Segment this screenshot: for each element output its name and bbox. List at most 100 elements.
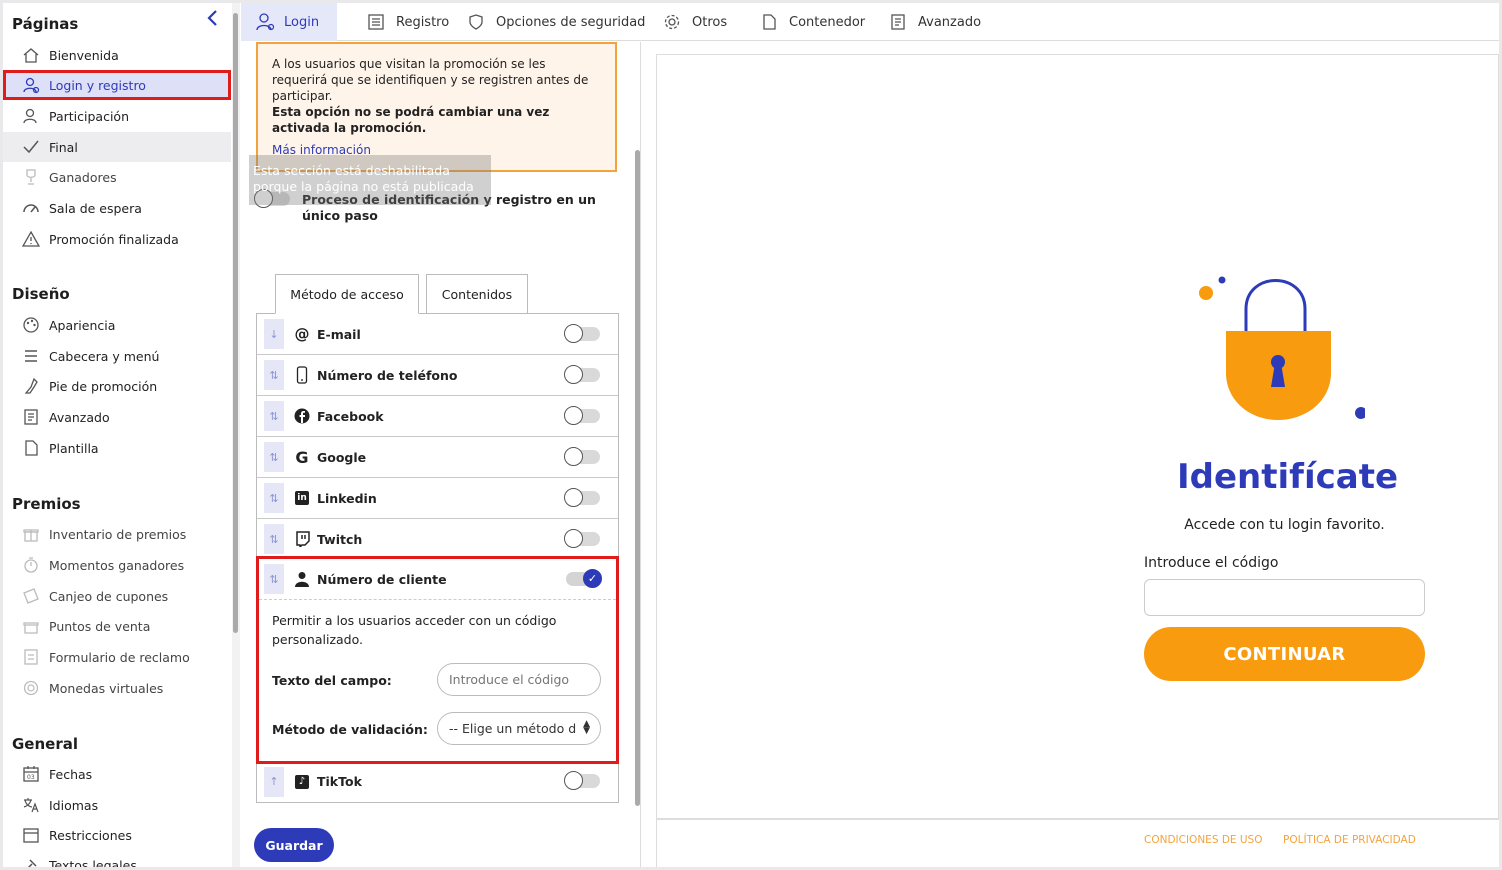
sidebar-item-label: Bienvenida bbox=[49, 47, 119, 63]
drag-handle-icon[interactable]: ⇅ bbox=[264, 524, 284, 554]
sidebar-item-fechas[interactable]: 03 Fechas bbox=[3, 759, 231, 789]
sidebar-item-avanzado[interactable]: Avanzado bbox=[3, 402, 231, 432]
tab-label: Otros bbox=[692, 14, 728, 30]
method-label: Número de teléfono bbox=[317, 367, 458, 383]
tab-otros[interactable]: Otros bbox=[649, 3, 741, 41]
tab-label: Avanzado bbox=[918, 14, 982, 30]
notice-text: A los usuarios que visitan la promoción … bbox=[272, 57, 589, 103]
panel-scrollbar[interactable] bbox=[634, 42, 641, 819]
sidebar-item-label: Puntos de venta bbox=[49, 618, 151, 634]
sidebar-item-plantilla[interactable]: Plantilla bbox=[3, 433, 231, 463]
method-label: Facebook bbox=[317, 408, 384, 424]
privacy-link[interactable]: POLÍTICA DE PRIVACIDAD bbox=[1283, 834, 1416, 846]
drag-handle-icon[interactable]: ⇅ bbox=[264, 360, 284, 390]
drag-handle-icon[interactable]: ↑ bbox=[264, 766, 284, 797]
twitch-toggle[interactable] bbox=[564, 529, 600, 548]
sidebar-item-label: Restricciones bbox=[49, 827, 132, 843]
user-lock-icon bbox=[21, 75, 41, 95]
method-row-linkedin: ⇅ in Linkedin bbox=[257, 478, 618, 519]
top-tab-bar: Login Registro Opciones de seguridad Otr… bbox=[241, 3, 1499, 41]
drag-handle-icon[interactable]: ⇅ bbox=[264, 401, 284, 431]
calendar-block-icon bbox=[21, 825, 41, 845]
facebook-icon bbox=[292, 406, 312, 426]
store-icon bbox=[21, 616, 41, 636]
validation-method-select[interactable]: -- Elige un método d ▲ ▼ bbox=[437, 712, 601, 745]
tiktok-toggle[interactable] bbox=[564, 771, 600, 790]
sidebar-item-cabecera-menu[interactable]: Cabecera y menú bbox=[3, 341, 231, 371]
continue-button[interactable]: CONTINUAR bbox=[1144, 627, 1425, 681]
tab-login[interactable]: Login bbox=[241, 3, 337, 41]
drag-handle-icon[interactable]: ⇅ bbox=[264, 442, 284, 472]
sidebar-item-idiomas[interactable]: Idiomas bbox=[3, 790, 231, 820]
tooltip-line: Esta sección está deshabilitada bbox=[253, 163, 450, 178]
method-label: Número de cliente bbox=[317, 571, 447, 587]
padlock-illustration bbox=[1195, 275, 1367, 429]
sidebar-item-restricciones[interactable]: Restricciones bbox=[3, 820, 231, 850]
sidebar-item-inventario-premios: Inventario de premios bbox=[3, 519, 231, 549]
select-value: -- Elige un método d bbox=[449, 721, 577, 736]
tab-avanzado[interactable]: Avanzado bbox=[875, 3, 995, 41]
drag-handle-icon[interactable]: ⇅ bbox=[264, 564, 284, 594]
tiktok-icon: ♪ bbox=[292, 772, 312, 792]
sidebar-item-textos-legales[interactable]: Textos legales bbox=[3, 850, 231, 867]
client-number-toggle[interactable]: ✓ bbox=[566, 569, 602, 588]
gavel-icon bbox=[21, 855, 41, 867]
check-icon bbox=[21, 137, 41, 157]
at-icon: @ bbox=[294, 325, 310, 343]
save-button[interactable]: Guardar bbox=[254, 828, 334, 862]
facebook-toggle[interactable] bbox=[564, 406, 600, 425]
linkedin-toggle[interactable] bbox=[564, 488, 600, 507]
sidebar-item-participacion[interactable]: Participación bbox=[3, 101, 231, 131]
sidebar-item-bienvenida[interactable]: Bienvenida bbox=[3, 40, 231, 70]
sidebar-item-formulario-reclamo: Formulario de reclamo bbox=[3, 642, 231, 672]
sidebar-item-final[interactable]: Final bbox=[3, 132, 231, 162]
field-text-input[interactable] bbox=[437, 663, 601, 696]
sidebar-scrollbar[interactable] bbox=[232, 3, 240, 867]
tab-registro[interactable]: Registro bbox=[353, 3, 463, 41]
tab-opciones-seguridad[interactable]: Opciones de seguridad bbox=[453, 3, 659, 41]
collapse-sidebar-icon[interactable] bbox=[205, 9, 221, 27]
twitch-icon bbox=[292, 529, 312, 549]
sidebar-item-apariencia[interactable]: Apariencia bbox=[3, 310, 231, 340]
method-row-google: ⇅ G Google bbox=[257, 437, 618, 478]
subtab-contenidos[interactable]: Contenidos bbox=[426, 274, 528, 314]
method-row-tiktok: ↑ ♪ TikTok bbox=[257, 761, 618, 802]
coin-icon bbox=[21, 678, 41, 698]
tooltip-line: porque la página no está publicada bbox=[253, 179, 474, 194]
sidebar-item-login-registro[interactable]: Login y registro bbox=[3, 70, 231, 100]
sidebar-item-label: Sala de espera bbox=[49, 200, 142, 216]
svg-text:03: 03 bbox=[27, 774, 35, 781]
list-icon bbox=[367, 12, 387, 32]
trophy-icon bbox=[21, 167, 41, 187]
sidebar-item-label: Plantilla bbox=[49, 440, 99, 456]
drag-handle-icon[interactable]: ↓ bbox=[264, 319, 284, 349]
phone-toggle[interactable] bbox=[564, 365, 600, 384]
scrollbar-thumb[interactable] bbox=[635, 150, 640, 806]
terms-link[interactable]: CONDICIONES DE USO bbox=[1144, 834, 1263, 846]
sidebar-item-pie-promocion[interactable]: Pie de promoción bbox=[3, 371, 231, 401]
stopwatch-icon bbox=[21, 555, 41, 575]
coupon-icon bbox=[21, 586, 41, 606]
gift-icon bbox=[21, 524, 41, 544]
tab-contenedor[interactable]: Contenedor bbox=[746, 3, 879, 41]
sidebar-item-label: Final bbox=[49, 139, 78, 155]
section-general: General bbox=[12, 735, 78, 753]
sidebar-item-ganadores: Ganadores bbox=[3, 162, 231, 192]
select-arrows-icon: ▲ ▼ bbox=[583, 719, 590, 736]
sidebar-item-sala-espera[interactable]: Sala de espera bbox=[3, 193, 231, 223]
sidebar-item-promocion-finalizada[interactable]: Promoción finalizada bbox=[3, 224, 231, 254]
menu-icon bbox=[21, 346, 41, 366]
scrollbar-thumb[interactable] bbox=[233, 13, 238, 633]
preview-footer: CONDICIONES DE USO POLÍTICA DE PRIVACIDA… bbox=[656, 819, 1499, 867]
user-icon bbox=[21, 106, 41, 126]
client-number-expanded: ⇅ Número de cliente ✓ Permitir a los usu… bbox=[256, 556, 619, 764]
google-toggle[interactable] bbox=[564, 447, 600, 466]
calendar-icon: 03 bbox=[21, 764, 41, 784]
sidebar-item-canjeo-cupones: Canjeo de cupones bbox=[3, 581, 231, 611]
drag-handle-icon[interactable]: ⇅ bbox=[264, 483, 284, 513]
subtab-metodo-acceso[interactable]: Método de acceso bbox=[275, 274, 419, 314]
email-toggle[interactable] bbox=[564, 324, 600, 343]
method-label: TikTok bbox=[317, 774, 362, 789]
sidebar: Páginas Bienvenida Login y registro Part… bbox=[3, 3, 231, 867]
preview-code-input[interactable] bbox=[1144, 579, 1425, 616]
